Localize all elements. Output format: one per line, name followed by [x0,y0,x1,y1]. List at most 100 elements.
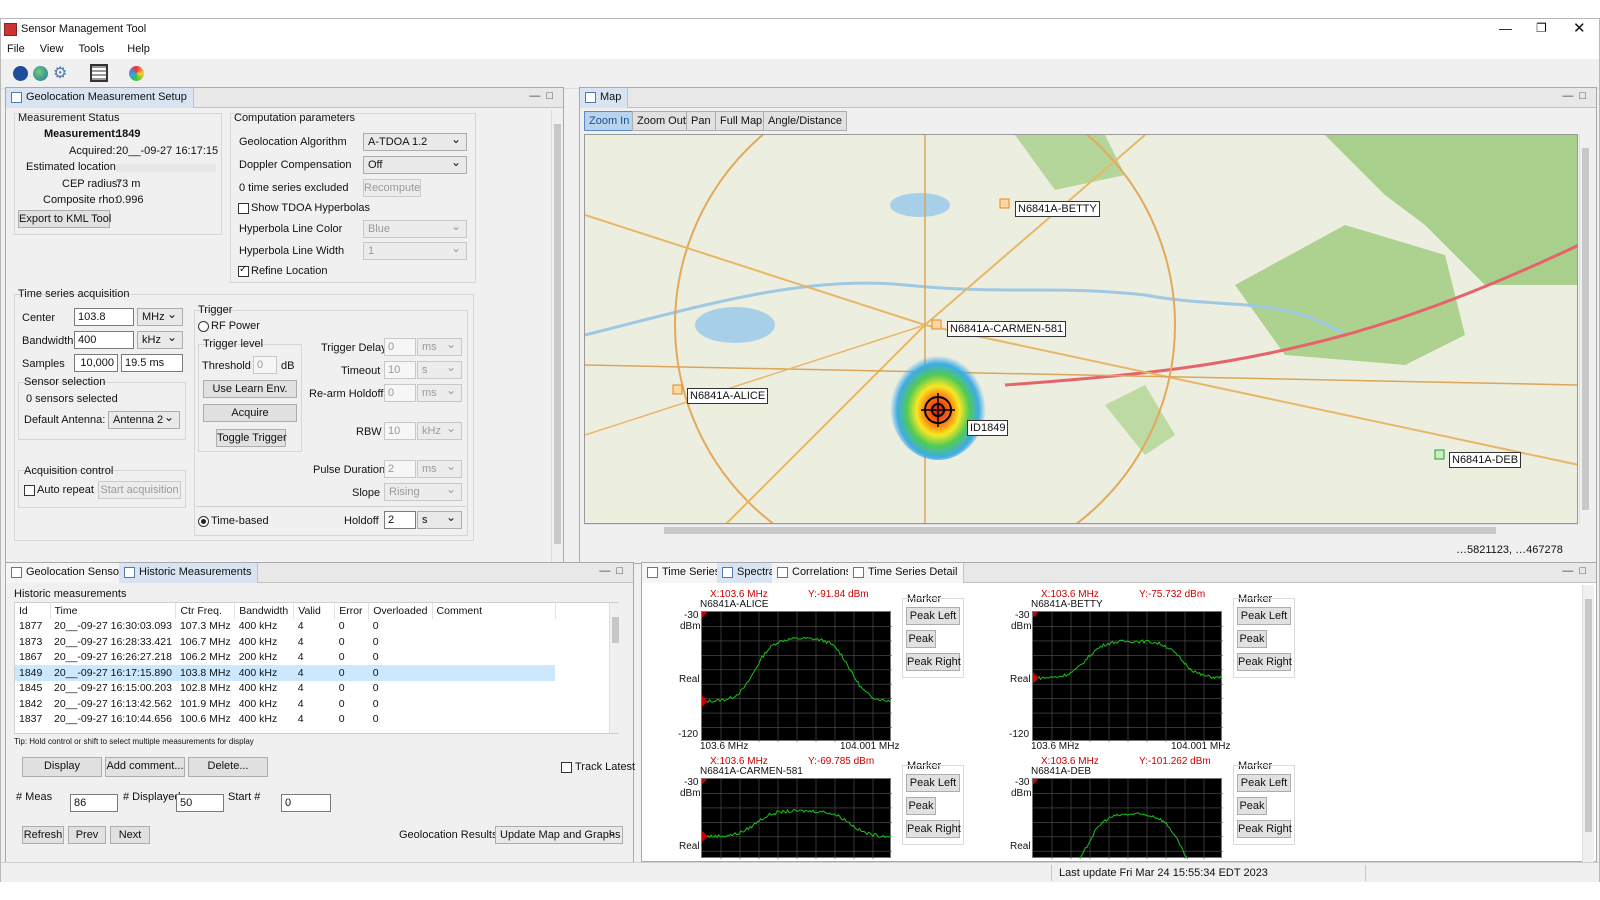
color-wheel-icon[interactable] [129,66,144,81]
spectrum-graph[interactable] [696,607,892,742]
bw-input[interactable]: 400 [74,331,134,349]
gear-icon[interactable]: ⚙ [53,63,67,83]
algo-select[interactable]: A-TDOA 1.2 [363,133,467,151]
recompute-button[interactable]: Recompute [363,179,421,197]
spectrum-graph[interactable] [696,774,892,859]
display-button[interactable]: Display [22,757,102,777]
rbw-input[interactable]: 10 [384,422,416,440]
show-hyperbolas-checkbox[interactable] [238,203,249,214]
zoom-in-button[interactable]: Zoom In [584,111,635,131]
col-id[interactable]: Id [15,603,51,619]
spectrum-graph[interactable] [1027,774,1223,888]
doppler-select[interactable]: Off [363,156,467,174]
trig-delay-unit[interactable]: ms [417,338,462,356]
map-v-scrollbar[interactable] [1579,134,1591,524]
tab-historic-measurements[interactable]: Historic Measurements [119,563,259,583]
info-icon[interactable] [13,66,28,81]
tab-geolocation-setup[interactable]: Geolocation Measurement Setup [6,88,194,108]
holdoff-unit[interactable]: s [417,511,462,529]
full-map-button[interactable]: Full Map [715,111,768,131]
pane-minmax-icon[interactable]: —□ [529,90,559,102]
spectra-scrollbar[interactable] [1582,585,1594,862]
default-ant-select[interactable]: Antenna 2 [108,411,180,429]
tab-geolocation-sensors[interactable]: Geolocation Sensors [6,563,136,583]
timeout-unit[interactable]: s [417,361,462,379]
peak-button[interactable]: Peak [906,630,936,648]
start-acq-button[interactable]: Start acquisition [98,481,181,499]
peak-left-button[interactable]: Peak Left [906,774,960,792]
minimize-icon[interactable]: — [1499,21,1512,36]
center-unit-select[interactable]: MHz [137,308,183,326]
col-valid[interactable]: Valid [293,603,336,619]
refresh-button[interactable]: Refresh [22,826,64,844]
table-row[interactable]: 1873 20__-09-27 16:28:33.421 106.7 MHz 400 … [15,634,555,650]
refine-location-checkbox[interactable]: ✓ [238,264,249,277]
peak-button[interactable]: Peak [906,797,936,815]
toggle-trigger-button[interactable]: Toggle Trigger [216,429,287,447]
map-canvas[interactable]: N6841A-BETTY N6841A-CARMEN-581 N6841A-AL… [584,134,1578,524]
table-row[interactable]: 1842 20__-09-27 16:13:42.562 101.9 MHz 400 … [15,696,555,712]
next-button[interactable]: Next [110,826,150,844]
table-row[interactable]: 1845 20__-09-27 16:15:00.203 102.8 MHz 400 … [15,681,555,697]
threshold-input[interactable]: 0 [253,356,277,374]
results-select[interactable]: Update Map and Graphs [495,826,623,844]
angle-distance-button[interactable]: Angle/Distance [763,111,847,131]
col-comment[interactable]: Comment [432,603,556,619]
peak-left-button[interactable]: Peak Left [906,607,960,625]
rearm-input[interactable]: 0 [384,384,416,402]
bw-unit-select[interactable]: kHz [137,331,183,349]
table-row[interactable]: 1849 20__-09-27 16:17:15.890 103.8 MHz 400 … [15,665,556,681]
map-minmax-icon[interactable]: —□ [1562,90,1592,102]
slope-select[interactable]: Rising [384,483,462,501]
peak-right-button[interactable]: Peak Right [1237,653,1292,671]
table-row[interactable]: 1867 20__-09-27 16:26:27.218 106.2 MHz 200 … [15,650,555,666]
holdoff-input[interactable]: 2 [384,511,416,529]
hist-scrollbar[interactable] [609,603,621,733]
pulse-input[interactable]: 2 [384,460,416,478]
samples-input[interactable]: 10,000 [74,354,118,372]
col-bandwidth[interactable]: Bandwidth [234,603,295,619]
prev-button[interactable]: Prev [68,826,106,844]
globe-icon[interactable] [33,66,48,81]
spectra-minmax-icon[interactable]: —□ [1562,565,1592,577]
hyper-width-select[interactable]: 1 [363,242,467,260]
close-icon[interactable]: ✕ [1573,19,1586,37]
acquire-button[interactable]: Acquire [203,404,297,422]
track-latest-checkbox[interactable] [561,762,572,773]
table-row[interactable]: 1837 20__-09-27 16:10:44.656 100.6 MHz 400 … [15,712,555,728]
pan-button[interactable]: Pan [686,111,716,131]
peak-button[interactable]: Peak [1237,630,1267,648]
start-input[interactable]: 0 [281,794,331,812]
sensor-list-icon[interactable] [90,64,108,82]
col-time[interactable]: Time [50,603,177,619]
displayed-input[interactable]: 50 [176,794,224,812]
use-learn-env-button[interactable]: Use Learn Env. [203,380,297,398]
col-freq[interactable]: Ctr Freq. [175,603,236,619]
menu-view[interactable]: View [34,41,70,57]
timeout-input[interactable]: 10 [384,361,416,379]
time-based-radio[interactable] [198,516,209,527]
hyper-color-select[interactable]: Blue [363,220,467,238]
spectrum-graph[interactable] [1027,607,1223,742]
peak-right-button[interactable]: Peak Right [906,653,961,671]
setup-scrollbar[interactable] [551,110,563,562]
restore-icon[interactable]: ❐ [1536,21,1547,35]
rf-power-radio[interactable] [198,321,209,332]
peak-left-button[interactable]: Peak Left [1237,774,1291,792]
export-kml-button[interactable]: Export to KML Tool [18,210,111,228]
trig-delay-input[interactable]: 0 [384,338,416,356]
menu-file[interactable]: File [1,41,31,57]
peak-right-button[interactable]: Peak Right [906,820,961,838]
hist-minmax-icon[interactable]: —□ [599,565,629,577]
center-input[interactable]: 103.8 [74,308,134,326]
col-overloaded[interactable]: Overloaded [368,603,433,619]
zoom-out-button[interactable]: Zoom Out [632,111,691,131]
menu-tools[interactable]: Tools [73,41,111,57]
peak-right-button[interactable]: Peak Right [1237,820,1292,838]
peak-button[interactable]: Peak [1237,797,1267,815]
col-error[interactable]: Error [334,603,370,619]
pulse-unit[interactable]: ms [417,460,462,478]
rearm-unit[interactable]: ms [417,384,462,402]
peak-left-button[interactable]: Peak Left [1237,607,1291,625]
table-row[interactable]: 1877 20__-09-27 16:30:03.093 107.3 MHz 400 … [15,619,555,635]
